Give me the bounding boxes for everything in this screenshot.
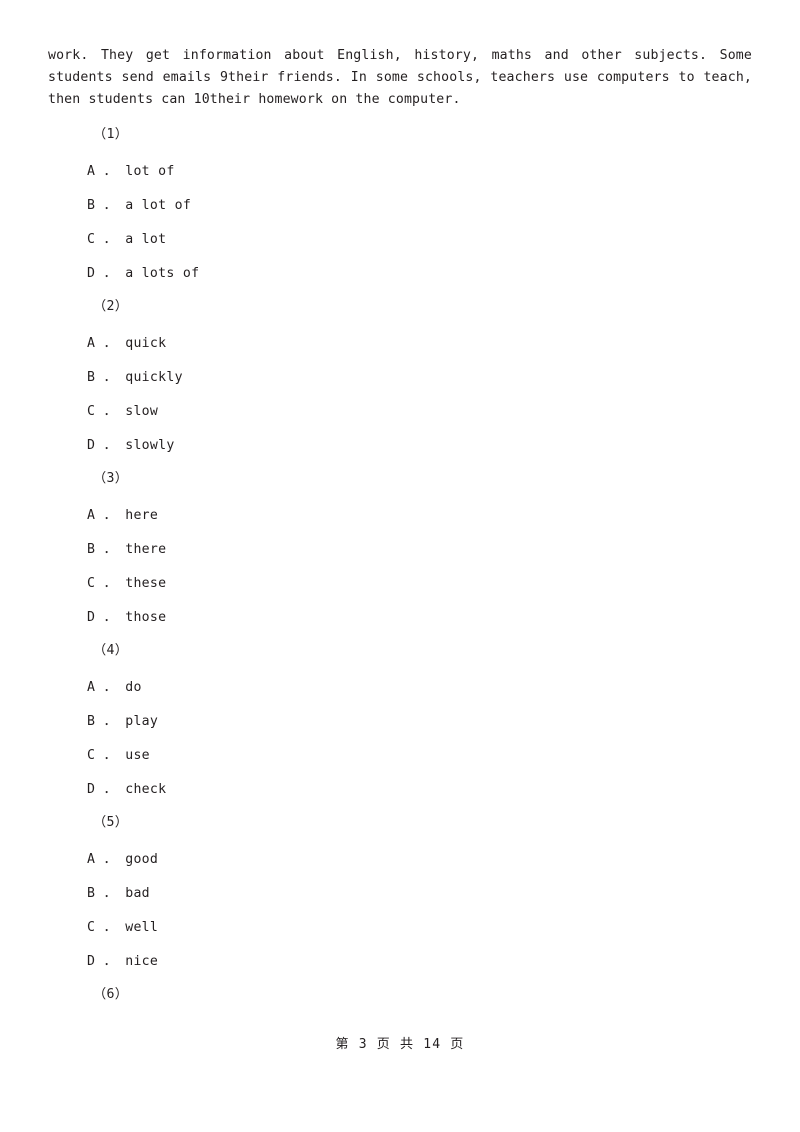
question-block-3: （3） A ． here B ． there C ． these D ． tho…: [48, 471, 752, 626]
question-block-4: （4） A ． do B ． play C ． use D ． check: [48, 643, 752, 798]
option-3-a[interactable]: A ． here: [48, 508, 752, 524]
document-page: work. They get information about English…: [0, 0, 800, 1132]
option-2-b[interactable]: B ． quickly: [48, 370, 752, 386]
question-block-1: （1） A ． lot of B ． a lot of C ． a lot D …: [48, 127, 752, 282]
option-4-a[interactable]: A ． do: [48, 680, 752, 696]
question-number-3: （3）: [93, 471, 129, 487]
option-3-c[interactable]: C ． these: [48, 576, 752, 592]
question-number-2: （2）: [93, 299, 129, 315]
question-number-1: （1）: [93, 127, 129, 143]
question-block-6: （6）: [48, 987, 752, 1003]
question-number-5: （5）: [93, 815, 129, 831]
option-5-b[interactable]: B ． bad: [48, 886, 752, 902]
option-1-b[interactable]: B ． a lot of: [48, 198, 752, 214]
option-4-c[interactable]: C ． use: [48, 748, 752, 764]
passage-paragraph: work. They get information about English…: [48, 48, 752, 107]
option-5-c[interactable]: C ． well: [48, 920, 752, 936]
option-2-c[interactable]: C ． slow: [48, 404, 752, 420]
option-4-d[interactable]: D ． check: [48, 782, 752, 798]
option-1-a[interactable]: A ． lot of: [48, 164, 752, 180]
option-3-d[interactable]: D ． those: [48, 610, 752, 626]
option-2-d[interactable]: D ． slowly: [48, 438, 752, 454]
question-block-2: （2） A ． quick B ． quickly C ． slow D ． s…: [48, 299, 752, 454]
page-content: work. They get information about English…: [48, 45, 752, 1003]
option-5-a[interactable]: A ． good: [48, 852, 752, 868]
question-number-4: （4）: [93, 643, 129, 659]
option-1-d[interactable]: D ． a lots of: [48, 266, 752, 282]
option-1-c[interactable]: C ． a lot: [48, 232, 752, 248]
question-number-6: （6）: [93, 987, 129, 1003]
option-5-d[interactable]: D ． nice: [48, 954, 752, 970]
option-4-b[interactable]: B ． play: [48, 714, 752, 730]
question-block-5: （5） A ． good B ． bad C ． well D ． nice: [48, 815, 752, 970]
page-footer: 第 3 页 共 14 页: [335, 1037, 465, 1052]
option-3-b[interactable]: B ． there: [48, 542, 752, 558]
option-2-a[interactable]: A ． quick: [48, 336, 752, 352]
